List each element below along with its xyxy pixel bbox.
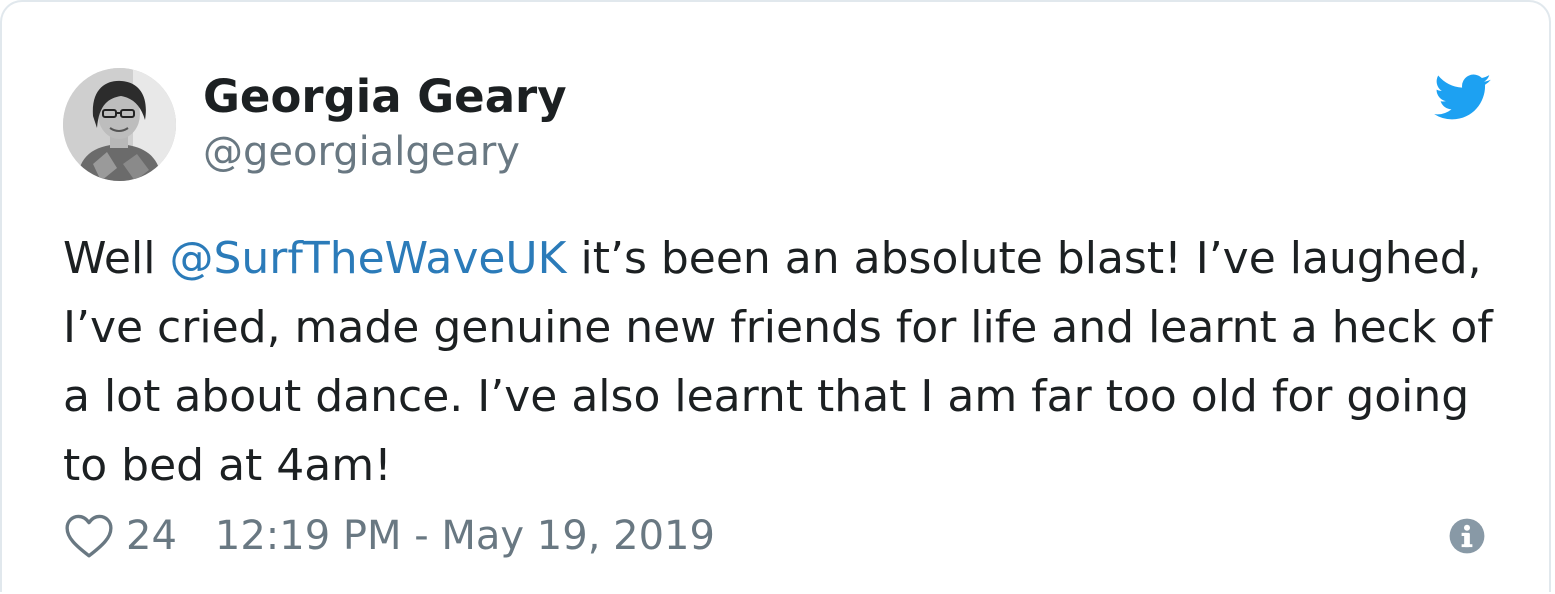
- heart-icon[interactable]: [64, 513, 114, 559]
- author-handle[interactable]: @georgialgeary: [203, 124, 520, 180]
- info-icon[interactable]: [1448, 517, 1486, 555]
- tweet-footer: 24 12:19 PM - May 19, 2019: [64, 508, 715, 564]
- like-count[interactable]: 24: [126, 513, 177, 559]
- author-display-name[interactable]: Georgia Geary: [203, 68, 567, 126]
- tweet-card: Georgia Geary @georgialgeary Well @SurfT…: [0, 0, 1551, 592]
- mention-link[interactable]: @SurfTheWaveUK: [169, 233, 566, 284]
- tweet-text: Well @SurfTheWaveUK it’s been an absolut…: [63, 224, 1503, 500]
- avatar[interactable]: [63, 68, 176, 181]
- twitter-bird-icon[interactable]: [1434, 74, 1492, 122]
- tweet-text-start: Well: [63, 233, 170, 284]
- tweet-timestamp[interactable]: 12:19 PM - May 19, 2019: [215, 513, 715, 559]
- avatar-photo: [63, 68, 176, 181]
